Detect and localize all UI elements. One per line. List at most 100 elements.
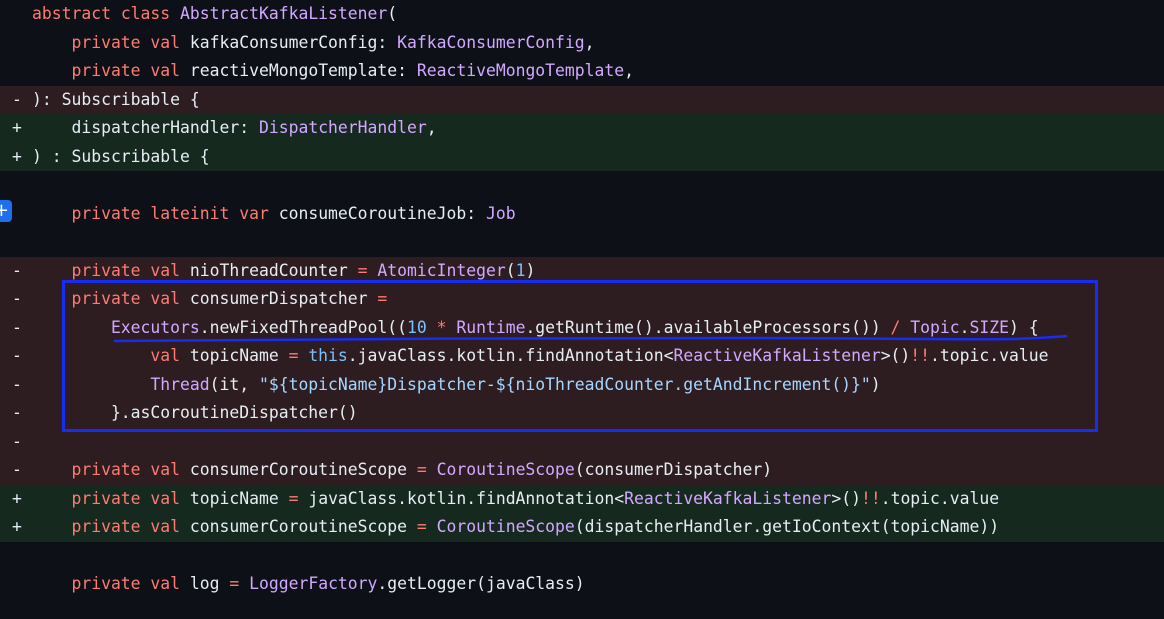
code-token: .javaClass.kotlin.findAnnotation< — [347, 346, 674, 365]
code-token: Thread — [32, 374, 210, 394]
deleted-line: - private val consumerDispatcher = — [0, 285, 1164, 314]
context-line: abstract class AbstractKafkaListener( — [0, 0, 1164, 29]
code-token: : — [239, 118, 259, 137]
code-token: = — [367, 289, 388, 308]
code-line-content: dispatcherHandler: DispatcherHandler, — [32, 114, 437, 143]
code-token: val — [150, 488, 190, 508]
deleted-line: - }.asCoroutineDispatcher() — [0, 399, 1164, 428]
code-token: ) — [525, 260, 536, 280]
code-token: .getRuntime().availableProcessors()) — [525, 317, 881, 337]
code-token: = — [407, 460, 437, 479]
code-token: var — [239, 203, 279, 223]
code-token: val — [150, 61, 190, 80]
code-line-content: Executors.newFixedThreadPool((10 * Runti… — [32, 314, 1039, 343]
code-line-content: ): Subscribable { — [32, 86, 200, 115]
deleted-line: - private val consumerCoroutineScope = C… — [0, 456, 1164, 485]
code-token: / — [880, 317, 911, 337]
code-line-content: private lateinit var consumeCoroutineJob… — [32, 200, 516, 229]
code-token: val — [150, 517, 190, 536]
code-token: val — [32, 346, 190, 365]
code-token: abstract — [32, 4, 121, 23]
code-token: 10 — [407, 317, 427, 337]
code-token: consumerCoroutineScope — [189, 460, 408, 479]
code-token: private — [32, 574, 151, 593]
code-token: ) { — [1009, 317, 1039, 337]
code-token: .topic.value — [930, 346, 1049, 365]
added-line: +) : Subscribable { — [0, 142, 1164, 171]
code-token: Topic — [910, 317, 960, 337]
code-token: lateinit — [150, 203, 240, 223]
code-token: , — [624, 61, 634, 80]
code-token: = — [407, 517, 437, 536]
code-token: 1 — [515, 260, 526, 280]
code-token: ( — [387, 4, 398, 23]
code-token: AtomicInteger — [377, 260, 506, 280]
context-line: private val reactiveMongoTemplate: React… — [0, 57, 1164, 86]
code-token: !! — [860, 488, 881, 508]
code-token: >() — [831, 488, 861, 508]
code-token: (consumerDispatcher) — [574, 460, 773, 479]
code-line-content: private val reactiveMongoTemplate: React… — [32, 57, 634, 86]
code-token: val — [150, 460, 190, 479]
deleted-line: -): Subscribable { — [0, 85, 1164, 115]
code-token: val — [150, 260, 190, 280]
code-token: .newFixedThreadPool(( — [199, 317, 407, 337]
code-token: ): Subscribable { — [32, 89, 200, 109]
code-token: .topic.value — [880, 488, 1000, 508]
code-token: : — [466, 203, 486, 223]
code-token: private — [32, 289, 151, 308]
code-token: "${topicName}Dispatcher-${nioThreadCount… — [258, 374, 871, 394]
code-token: javaClass.kotlin.findAnnotation< — [308, 488, 625, 508]
code-token: ) : Subscribable { — [32, 146, 210, 166]
deleted-line: - private val nioThreadCounter = AtomicI… — [0, 256, 1164, 285]
code-line-content: val topicName = this.javaClass.kotlin.fi… — [32, 342, 1048, 371]
code-token: consumeCoroutineJob — [278, 203, 467, 223]
code-diff-view: abstract class AbstractKafkaListener( pr… — [0, 0, 1164, 599]
code-token: SIZE — [969, 317, 1009, 337]
added-line: + dispatcherHandler: DispatcherHandler, — [0, 114, 1164, 143]
code-token: AbstractKafkaListener — [180, 4, 388, 23]
deleted-line: - Executors.newFixedThreadPool((10 * Run… — [0, 313, 1164, 343]
code-token: Job — [485, 203, 516, 223]
plus-icon: + — [0, 200, 9, 221]
code-token: ( — [505, 260, 516, 280]
code-token: consumerDispatcher — [189, 289, 368, 308]
code-token: private — [32, 61, 151, 80]
code-line-content: abstract class AbstractKafkaListener( — [32, 0, 397, 29]
code-token: . — [959, 317, 970, 337]
deleted-line: - — [0, 427, 1164, 456]
code-token: private — [32, 32, 151, 52]
code-token: reactiveMongoTemplate — [189, 61, 398, 80]
context-line — [0, 171, 1164, 200]
deleted-line: - Thread(it, "${topicName}Dispatcher-${n… — [0, 370, 1164, 400]
code-token: : — [397, 61, 417, 80]
code-token: >() — [880, 346, 911, 365]
context-line: private val log = LoggerFactory.getLogge… — [0, 570, 1164, 599]
code-token: private — [32, 460, 151, 479]
code-token: log — [189, 574, 220, 593]
code-token: = — [219, 574, 250, 593]
code-line-content: Thread(it, "${topicName}Dispatcher-${nio… — [32, 371, 880, 400]
code-token: LoggerFactory — [249, 574, 378, 593]
code-token: topicName — [189, 488, 279, 508]
code-token: this — [308, 346, 348, 365]
code-token: consumerCoroutineScope — [189, 517, 408, 536]
code-token: !! — [910, 346, 931, 365]
code-token: DispatcherHandler — [258, 118, 427, 137]
code-token: ReactiveMongoTemplate — [416, 61, 625, 80]
code-token: : — [377, 32, 398, 52]
code-token: kafkaConsumerConfig — [189, 32, 378, 52]
code-token: * — [426, 317, 457, 337]
code-token: class — [120, 4, 181, 23]
code-token: = — [278, 346, 309, 365]
code-token: topicName — [189, 346, 279, 365]
code-token: .getLogger(javaClass) — [377, 574, 585, 593]
code-token: = — [278, 488, 309, 508]
code-token: , — [426, 118, 437, 137]
context-line — [0, 541, 1164, 570]
code-token: Runtime — [456, 317, 526, 337]
added-line: + private val topicName = javaClass.kotl… — [0, 484, 1164, 513]
code-token: (it, — [209, 374, 259, 394]
code-token: val — [150, 289, 190, 308]
expand-lines-button[interactable]: + — [0, 200, 12, 222]
